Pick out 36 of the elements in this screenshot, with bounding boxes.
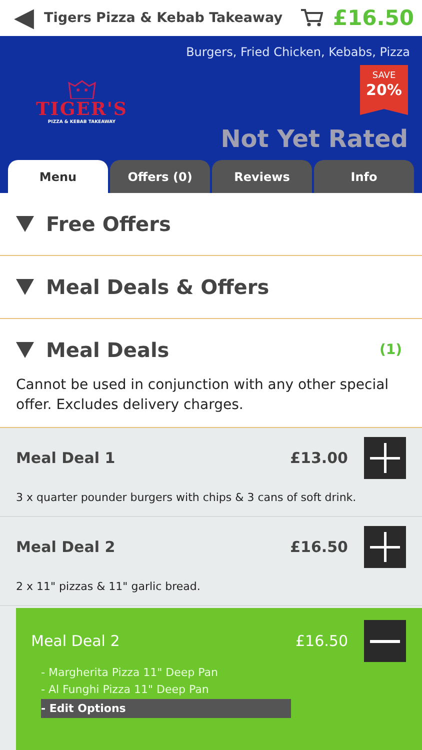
add-button[interactable]: [364, 437, 406, 479]
item-option: - Al Funghi Pizza 11" Deep Pan: [41, 683, 406, 696]
plus-icon: [370, 532, 400, 562]
section-note: Cannot be used in conjunction with any other special offer. Excludes delivery charges.: [16, 376, 390, 415]
section-count: (1): [379, 342, 402, 358]
plus-icon: [370, 443, 400, 473]
logo-name: TIGER'S: [36, 99, 128, 120]
item-option: - Margherita Pizza 11" Deep Pan: [41, 666, 406, 679]
tab[interactable]: Info: [314, 160, 414, 193]
tab[interactable]: Reviews: [212, 160, 312, 193]
item-price: £16.50: [290, 538, 348, 556]
section-title: Meal Deals: [46, 338, 170, 362]
badge-label: SAVE: [372, 71, 396, 81]
section-title: Free Offers: [46, 212, 172, 236]
item-description: 3 x quarter pounder burgers with chips & 3 cans of soft drink.: [16, 491, 358, 504]
edit-options-button[interactable]: - Edit Options: [41, 699, 291, 718]
remove-button[interactable]: [364, 620, 406, 662]
restaurant-title: Tigers Pizza & Kebab Takeaway: [44, 10, 284, 26]
tab[interactable]: Menu: [8, 160, 108, 193]
cart-icon[interactable]: [300, 9, 323, 27]
item-name: Meal Deal 1: [16, 449, 116, 467]
back-button[interactable]: ◀: [14, 5, 34, 31]
cuisines-text: Burgers, Fried Chicken, Kebabs, Pizza: [186, 45, 410, 59]
item-price: £13.00: [290, 449, 348, 467]
item-name: Meal Deal 2: [31, 632, 121, 650]
item-description: 2 x 11" pizzas & 11" garlic bread.: [16, 580, 202, 593]
rating-text: Not Yet Rated: [220, 125, 408, 153]
section-title: Meal Deals & Offers: [46, 275, 270, 299]
tab[interactable]: Offers (0): [110, 160, 210, 193]
section-header[interactable]: Meal Deals & Offers: [16, 256, 406, 318]
section-header[interactable]: Free Offers: [16, 193, 406, 255]
item-name: Meal Deal 2: [16, 538, 116, 556]
item-price: £16.50: [296, 632, 348, 650]
minus-icon: [370, 640, 400, 642]
badge-value: 20%: [366, 81, 402, 99]
add-button[interactable]: [364, 526, 406, 568]
